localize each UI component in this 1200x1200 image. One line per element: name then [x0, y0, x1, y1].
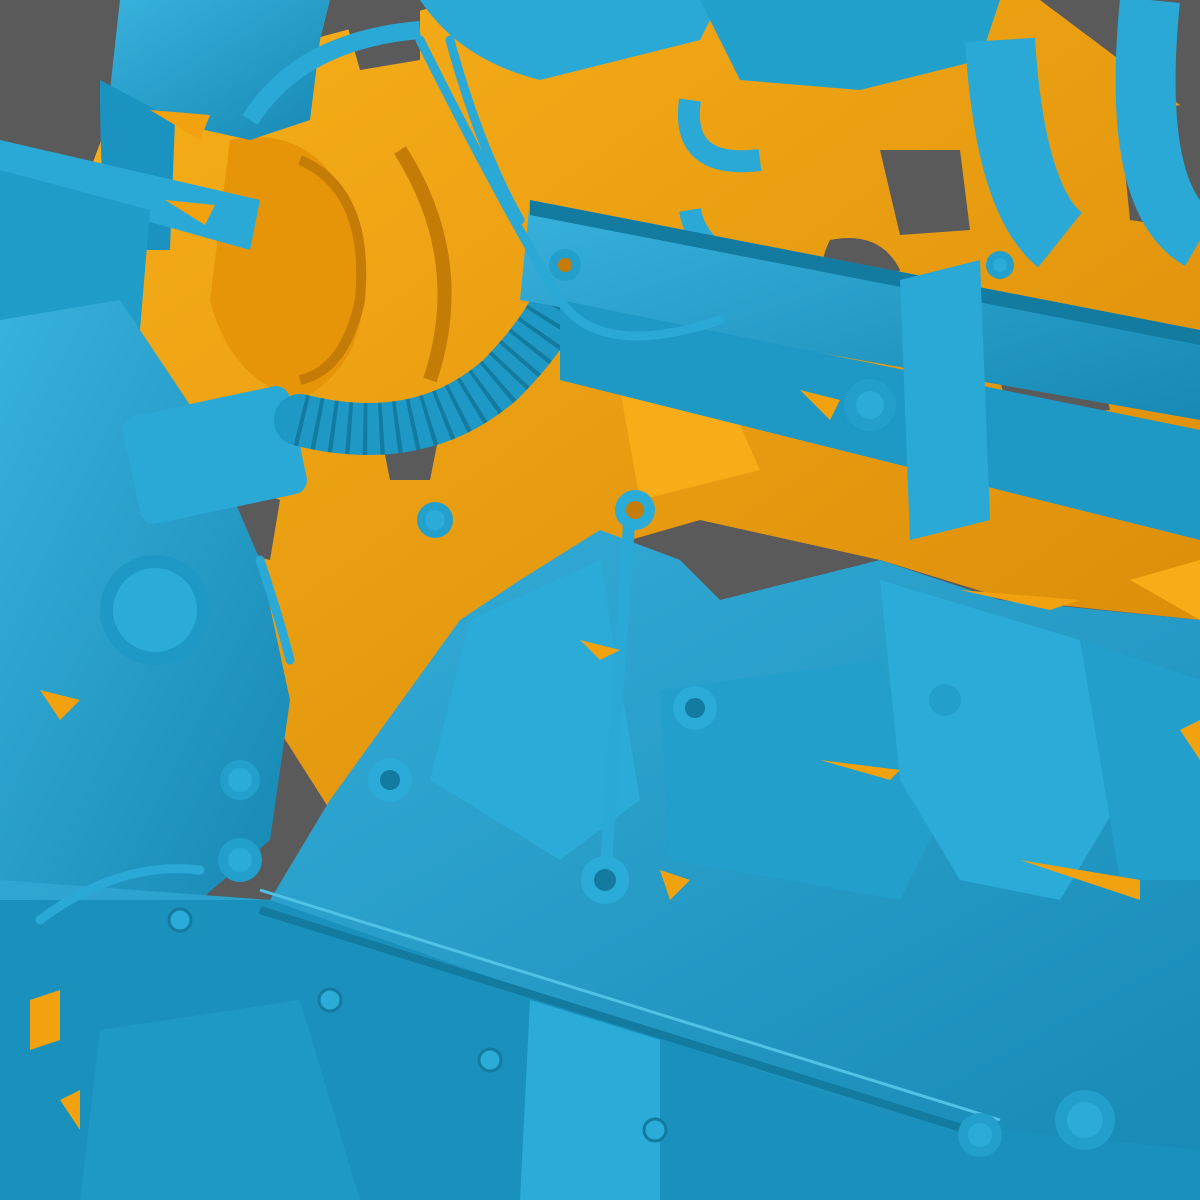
- bolt-boss: [844, 379, 896, 431]
- bolt-boss: [673, 686, 717, 730]
- bolt-boss: [581, 856, 629, 904]
- bolt-boss: [549, 249, 581, 281]
- bolt-boss: [368, 758, 412, 802]
- bolt-boss: [220, 760, 260, 800]
- bolt-boss: [986, 251, 1014, 279]
- bolt-boss: [615, 490, 655, 530]
- bolt-boss: [218, 838, 262, 882]
- bolt-boss: [1055, 1090, 1115, 1150]
- mesh-comparison-viewport[interactable]: [0, 0, 1200, 1200]
- bolt-boss: [417, 502, 453, 538]
- bolt-boss: [958, 1113, 1002, 1157]
- bolt-boss: [921, 676, 969, 724]
